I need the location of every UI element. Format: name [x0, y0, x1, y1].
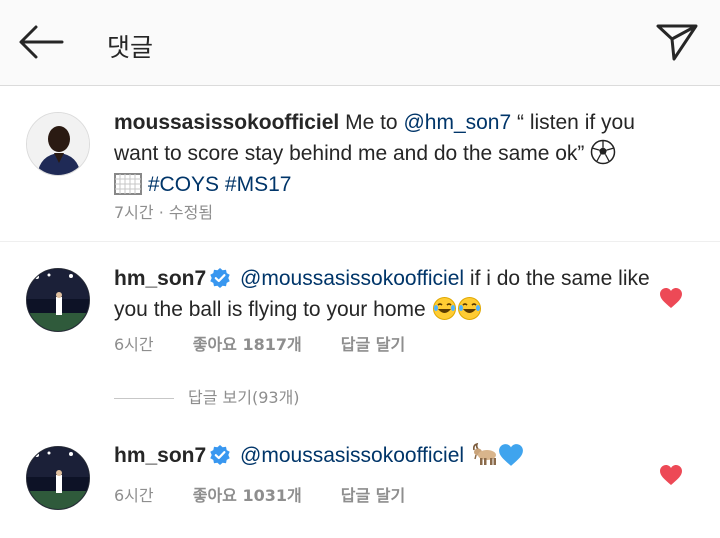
caption-mention[interactable]: @hm_son7	[403, 111, 511, 134]
arrow-left-icon	[19, 25, 64, 59]
comment-text: hm_son7 @moussasissokoofficiel	[114, 440, 654, 471]
tears-of-joy-icon	[432, 297, 456, 320]
likes-count[interactable]: 좋아요 1817개	[193, 335, 302, 354]
comment-timestamp: 6시간	[114, 486, 154, 505]
heart-icon[interactable]	[659, 464, 683, 486]
tears-of-joy-icon	[457, 297, 481, 320]
hashtag-ms17[interactable]: #MS17	[225, 173, 292, 196]
back-button[interactable]	[18, 24, 64, 60]
blue-heart-icon	[499, 444, 523, 466]
hashtag-coys[interactable]: #COYS	[148, 173, 219, 196]
view-replies-label: 답글 보기(93개)	[188, 388, 300, 407]
divider	[0, 241, 720, 242]
view-replies-button[interactable]: 답글 보기(93개)	[114, 384, 300, 408]
caption-timestamp: 7시간 · 수정됨	[114, 203, 214, 222]
page-title: 댓글	[107, 33, 154, 62]
comment-username[interactable]: hm_son7	[114, 444, 206, 467]
soccer-ball-icon	[591, 139, 616, 165]
comments-header: 댓글	[0, 0, 720, 86]
comment-timestamp: 6시간	[114, 335, 154, 354]
paper-plane-icon	[656, 24, 698, 61]
comment-mention[interactable]: @moussasissokoofficiel	[240, 444, 464, 467]
caption-text: moussasissokoofficiel Me to @hm_son7 “ l…	[114, 107, 654, 200]
likes-count[interactable]: 좋아요 1031개	[193, 486, 302, 505]
caption-username[interactable]: moussasissokoofficiel	[114, 111, 339, 134]
share-button[interactable]	[655, 22, 699, 62]
verified-badge-icon	[210, 268, 230, 288]
comment-text: hm_son7 @moussasissokoofficiel if i do t…	[114, 263, 654, 325]
caption-text-before: Me to	[345, 111, 404, 134]
comment-mention[interactable]: @moussasissokoofficiel	[240, 267, 464, 290]
reply-button[interactable]: 답글 달기	[341, 335, 405, 354]
avatar[interactable]	[26, 268, 90, 332]
goat-icon	[472, 442, 496, 465]
comment-username[interactable]: hm_son7	[114, 267, 206, 290]
heart-icon[interactable]	[659, 287, 683, 309]
comment-meta: 6시간 좋아요 1031개 답글 달기	[114, 482, 405, 506]
verified-badge-icon	[210, 445, 230, 465]
avatar[interactable]	[26, 446, 90, 510]
divider	[114, 398, 174, 399]
comment-meta: 6시간 좋아요 1817개 답글 달기	[114, 331, 405, 355]
reply-button[interactable]: 답글 달기	[341, 486, 405, 505]
goal-net-icon	[114, 173, 142, 195]
avatar[interactable]	[26, 112, 90, 176]
